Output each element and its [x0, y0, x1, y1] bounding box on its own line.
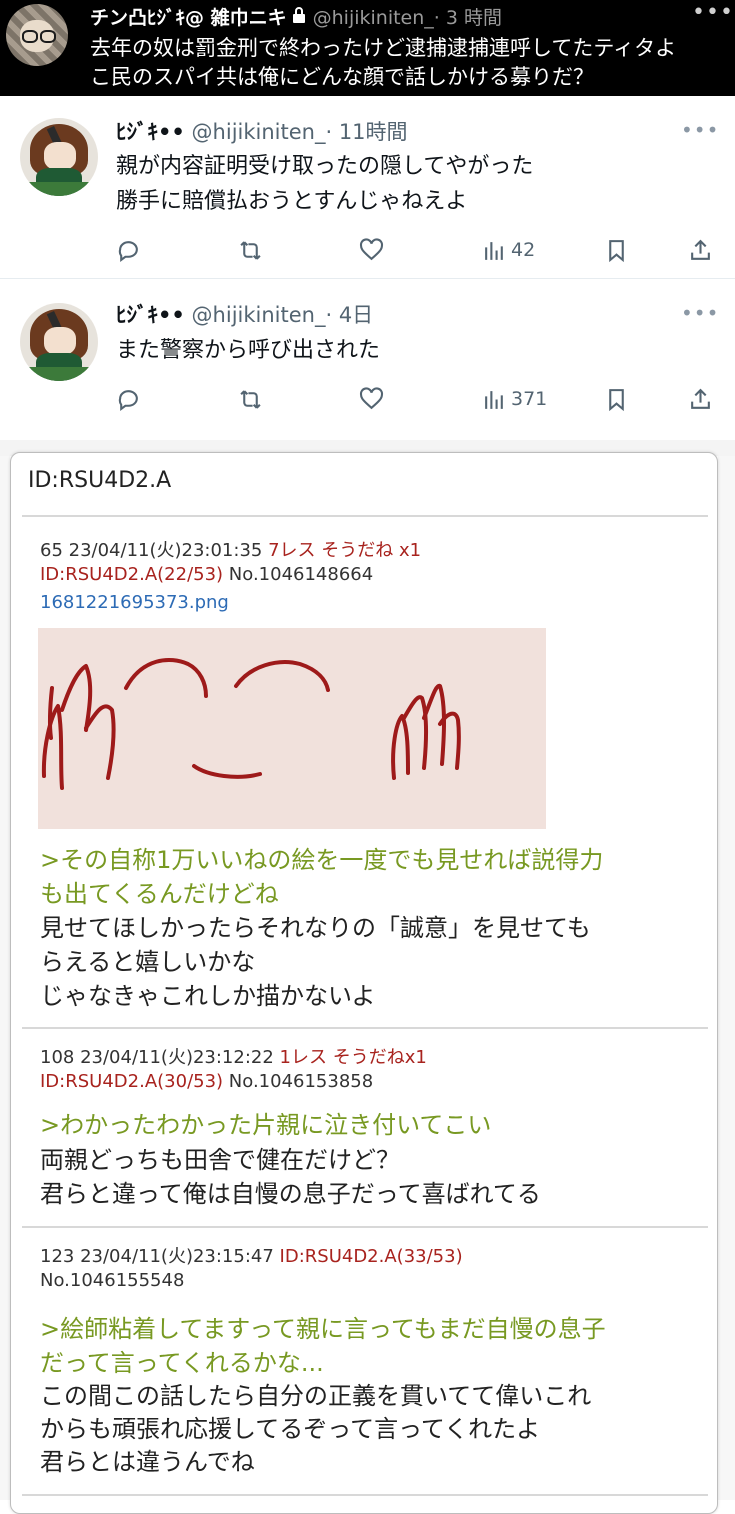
tweet-text: 去年の奴は罰金刑で終わったけど逮捕逮捕連呼してたティタよ こ民のスパイ共は俺にど…	[90, 34, 730, 92]
reply-count-link[interactable]: 1レス そうだねx1	[280, 1047, 427, 1068]
heart-icon	[359, 386, 384, 409]
avatar[interactable]	[20, 303, 98, 381]
heart-icon	[359, 237, 384, 260]
more-icon[interactable]: •••	[692, 0, 734, 25]
display-name[interactable]: ﾋｼﾞｷ••	[116, 303, 185, 327]
post-id-line: ID:RSU4D2.A(30/53) No.1046153858	[40, 1071, 373, 1092]
like-button[interactable]	[359, 235, 384, 265]
tweet[interactable]: ﾋｼﾞｷ•• @hijikiniten_· 4日 ••• また警察から呼び出され…	[0, 279, 735, 440]
tweet-text-line: 親が内容証明受け取ったの隠してやがった	[116, 154, 534, 179]
retweet-button[interactable]	[238, 384, 263, 414]
tweet-text: また警察から呼び出された	[116, 333, 380, 368]
divider	[22, 515, 708, 517]
display-name[interactable]: ﾋｼﾞｷ••	[116, 120, 185, 144]
bookmark-button[interactable]	[604, 384, 629, 414]
views-icon	[485, 390, 503, 409]
tweet-text-line: こ民のスパイ共は俺にどんな顔で話しかける募りだ？	[90, 65, 594, 89]
bookmark-icon	[609, 388, 624, 411]
post-text-line: 君らと違って俺は自慢の息子だって喜ばれてる	[40, 1180, 541, 1208]
post-meta: 108 23/04/11(火)23:12:22 1レス そうだねx1	[40, 1043, 427, 1069]
divider	[22, 1027, 708, 1029]
divider	[22, 1226, 708, 1228]
tweet-header: ﾋｼﾞｷ•• @hijikiniten_· 11時間	[116, 116, 408, 146]
reply-icon	[118, 240, 138, 262]
reply-icon	[118, 389, 138, 411]
quote-line: だって言ってくれるかな...	[40, 1349, 324, 1377]
tweet[interactable]: ﾋｼﾞｷ•• @hijikiniten_· 11時間 ••• 親が内容証明受け取…	[0, 96, 735, 279]
post-id-line: ID:RSU4D2.A(22/53) No.1046148664	[40, 564, 373, 585]
post-text-line: この間この話したら自分の正義を貫いてて偉いこれ	[40, 1382, 592, 1410]
post-number-date: 123 23/04/11(火)23:15:47	[40, 1246, 280, 1267]
share-button[interactable]	[688, 235, 713, 265]
display-name[interactable]: チン凸ﾋｼﾞｷ@ 雑巾ニキ	[90, 7, 287, 29]
share-button[interactable]	[688, 384, 713, 414]
avatar[interactable]	[20, 118, 98, 196]
quote-line: >わかったわかった片親に泣き付いてこい	[40, 1111, 492, 1139]
tweet-actions: 371	[116, 384, 716, 414]
views-count: 371	[511, 388, 548, 410]
views-icon	[485, 241, 503, 260]
attached-image[interactable]	[38, 628, 546, 829]
post-number-date: 65 23/04/11(火)23:01:35	[40, 540, 269, 561]
more-icon[interactable]: •••	[681, 301, 719, 325]
tweet-header: チン凸ﾋｼﾞｷ@ 雑巾ニキ @hijikiniten_· 3 時間	[90, 3, 502, 30]
quote-line: >その自称1万いいねの絵を一度でも見せれば説得力	[40, 846, 604, 874]
background-board-edge	[0, 456, 10, 1500]
tweet-text: 親が内容証明受け取ったの隠してやがった 勝手に賠償払おうとすんじゃねえよ	[116, 149, 533, 219]
attachment-link[interactable]: 1681221695373.png	[40, 592, 229, 613]
post-text-line: らえると嬉しいかな	[40, 948, 256, 976]
post-text-line: 両親どっちも田舎で健在だけど？	[40, 1146, 400, 1174]
post-text-line: じゃなきゃこれしか描かないよ	[40, 982, 376, 1010]
reply-button[interactable]	[116, 235, 141, 265]
tweet-header: ﾋｼﾞｷ•• @hijikiniten_· 4日	[116, 299, 373, 329]
tweet-text-line: 勝手に賠償払おうとすんじゃねえよ	[116, 189, 468, 214]
top-tweet[interactable]: チン凸ﾋｼﾞｷ@ 雑巾ニキ @hijikiniten_· 3 時間 ••• 去年…	[0, 0, 735, 96]
tweet-text-line: 去年の奴は罰金刑で終わったけど逮捕逮捕連呼してたティタよ	[90, 36, 677, 60]
timestamp[interactable]: · 11時間	[325, 120, 407, 144]
quote-line: も出てくるんだけどね	[40, 880, 279, 908]
poster-id-link[interactable]: ID:RSU4D2.A(22/53)	[40, 564, 223, 585]
retweet-button[interactable]	[238, 235, 263, 265]
poster-id-link[interactable]: ID:RSU4D2.A(30/53)	[40, 1071, 223, 1092]
post-meta: 123 23/04/11(火)23:15:47 ID:RSU4D2.A(33/5…	[40, 1242, 463, 1268]
views-count: 42	[511, 239, 536, 261]
lock-icon	[291, 6, 307, 29]
retweet-icon	[240, 240, 261, 260]
reply-count-link[interactable]: 7レス そうだね x1	[268, 540, 421, 561]
retweet-icon	[240, 389, 261, 409]
handle[interactable]: @hijikiniten_	[192, 120, 326, 144]
post-number-date: 108 23/04/11(火)23:12:22	[40, 1047, 280, 1068]
post-no[interactable]: No.1046155548	[40, 1270, 184, 1291]
tweet-actions: 42	[116, 235, 716, 265]
post-no[interactable]: No.1046153858	[223, 1071, 373, 1092]
popup-title: ID:RSU4D2.A	[28, 468, 172, 493]
avatar[interactable]	[6, 4, 68, 66]
share-icon	[691, 388, 710, 409]
bookmark-button[interactable]	[604, 235, 629, 265]
views-button[interactable]: 42	[482, 235, 535, 265]
reply-button[interactable]	[116, 384, 141, 414]
handle[interactable]: @hijikiniten_	[192, 303, 326, 327]
background-board-edge	[718, 456, 735, 1500]
divider	[22, 1494, 708, 1496]
poster-id-link[interactable]: ID:RSU4D2.A(33/53)	[280, 1246, 463, 1267]
post-text-line: 見せてほしかったらそれなりの「誠意」を見せても	[40, 914, 591, 942]
timestamp[interactable]: · 4日	[325, 303, 373, 327]
bookmark-icon	[609, 239, 624, 262]
post-no[interactable]: No.1046148664	[223, 564, 373, 585]
post-text-line: からも頑張れ応援してるぞって言ってくれたよ	[40, 1415, 541, 1443]
like-button[interactable]	[359, 384, 384, 414]
timestamp[interactable]: · 3 時間	[434, 7, 502, 29]
more-icon[interactable]: •••	[681, 118, 719, 142]
quote-line: >絵師粘着してますって親に言ってもまだ自慢の息子	[40, 1315, 606, 1343]
post-meta: 65 23/04/11(火)23:01:35 7レス そうだね x1	[40, 536, 421, 562]
post-text-line: 君らとは違うんでね	[40, 1448, 255, 1476]
handle[interactable]: @hijikiniten_	[313, 7, 434, 29]
tweet-text-line: また警察から呼び出された	[116, 338, 381, 363]
views-button[interactable]: 371	[482, 384, 547, 414]
share-icon	[691, 239, 710, 260]
